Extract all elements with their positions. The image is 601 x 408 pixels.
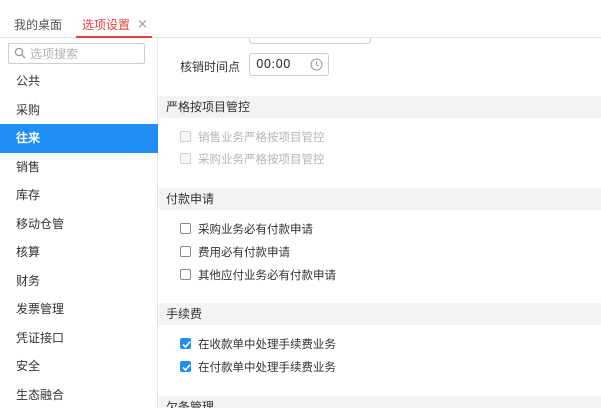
previous-field[interactable] — [249, 38, 371, 44]
sidebar: 公共 采购 往来 销售 库存 移动仓管 核算 财务 发票管理 凭证接口 安全 生… — [0, 38, 158, 408]
option-label: 采购业务必有付款申请 — [198, 222, 313, 236]
top-strip — [0, 0, 601, 6]
check-icon — [182, 364, 191, 372]
sidebar-item-purchase[interactable]: 采购 — [0, 96, 158, 125]
option-label: 费用必有付款申请 — [198, 245, 290, 259]
search-input[interactable] — [30, 45, 140, 62]
checkbox[interactable] — [180, 223, 191, 234]
writeoff-time-value: 00:00 — [256, 57, 291, 71]
checkbox[interactable] — [180, 131, 191, 142]
tab-options-settings-label: 选项设置 — [82, 18, 131, 32]
option-label: 采购业务严格按项目管控 — [198, 152, 325, 166]
tab-bar: 我的桌面 选项设置 × — [0, 0, 601, 38]
search-box[interactable] — [8, 43, 145, 64]
sidebar-item-voucher-interface[interactable]: 凭证接口 — [0, 324, 158, 353]
sidebar-nav: 公共 采购 往来 销售 库存 移动仓管 核算 财务 发票管理 凭证接口 安全 生… — [0, 67, 158, 408]
section-fees-title: 手续费 — [159, 303, 601, 325]
sidebar-item-accounting[interactable]: 核算 — [0, 238, 158, 267]
sidebar-item-security[interactable]: 安全 — [0, 352, 158, 381]
checkbox[interactable] — [180, 153, 191, 164]
writeoff-time-picker[interactable]: 00:00 — [249, 53, 329, 76]
check-icon — [182, 341, 191, 349]
option-label: 其他应付业务必有付款申请 — [198, 268, 336, 282]
sidebar-item-finance[interactable]: 财务 — [0, 267, 158, 296]
section-debt-title: 欠条管理 — [159, 396, 601, 408]
search-icon — [14, 47, 26, 59]
writeoff-time-label: 核销时间点 — [180, 60, 241, 74]
sidebar-item-transactions[interactable]: 往来 — [0, 124, 158, 153]
option-label: 在付款单中处理手续费业务 — [198, 360, 336, 374]
tab-my-desktop[interactable]: 我的桌面 — [14, 14, 62, 38]
clock-icon — [310, 58, 323, 71]
sidebar-item-public[interactable]: 公共 — [0, 67, 158, 96]
sidebar-item-mobile-warehouse[interactable]: 移动仓管 — [0, 210, 158, 239]
checkbox-checked[interactable] — [180, 338, 191, 349]
checkbox[interactable] — [180, 246, 191, 257]
tab-options-settings[interactable]: 选项设置 × — [76, 14, 153, 38]
options-panel: 核销时间点 00:00 严格按项目管控 销售业务严格按项目管控 采购业务严格按项… — [159, 38, 601, 408]
checkbox[interactable] — [180, 269, 191, 280]
close-icon[interactable]: × — [137, 14, 148, 36]
section-payment-request-title: 付款申请 — [159, 188, 601, 210]
sidebar-item-sales[interactable]: 销售 — [0, 153, 158, 182]
sidebar-item-ecosystem[interactable]: 生态融合 — [0, 381, 158, 408]
option-label: 销售业务严格按项目管控 — [198, 130, 325, 144]
section-strict-project-title: 严格按项目管控 — [159, 96, 601, 118]
sidebar-item-invoice[interactable]: 发票管理 — [0, 295, 158, 324]
tab-my-desktop-label: 我的桌面 — [14, 18, 63, 32]
sidebar-item-inventory[interactable]: 库存 — [0, 181, 158, 210]
checkbox-checked[interactable] — [180, 361, 191, 372]
option-label: 在收款单中处理手续费业务 — [198, 337, 336, 351]
